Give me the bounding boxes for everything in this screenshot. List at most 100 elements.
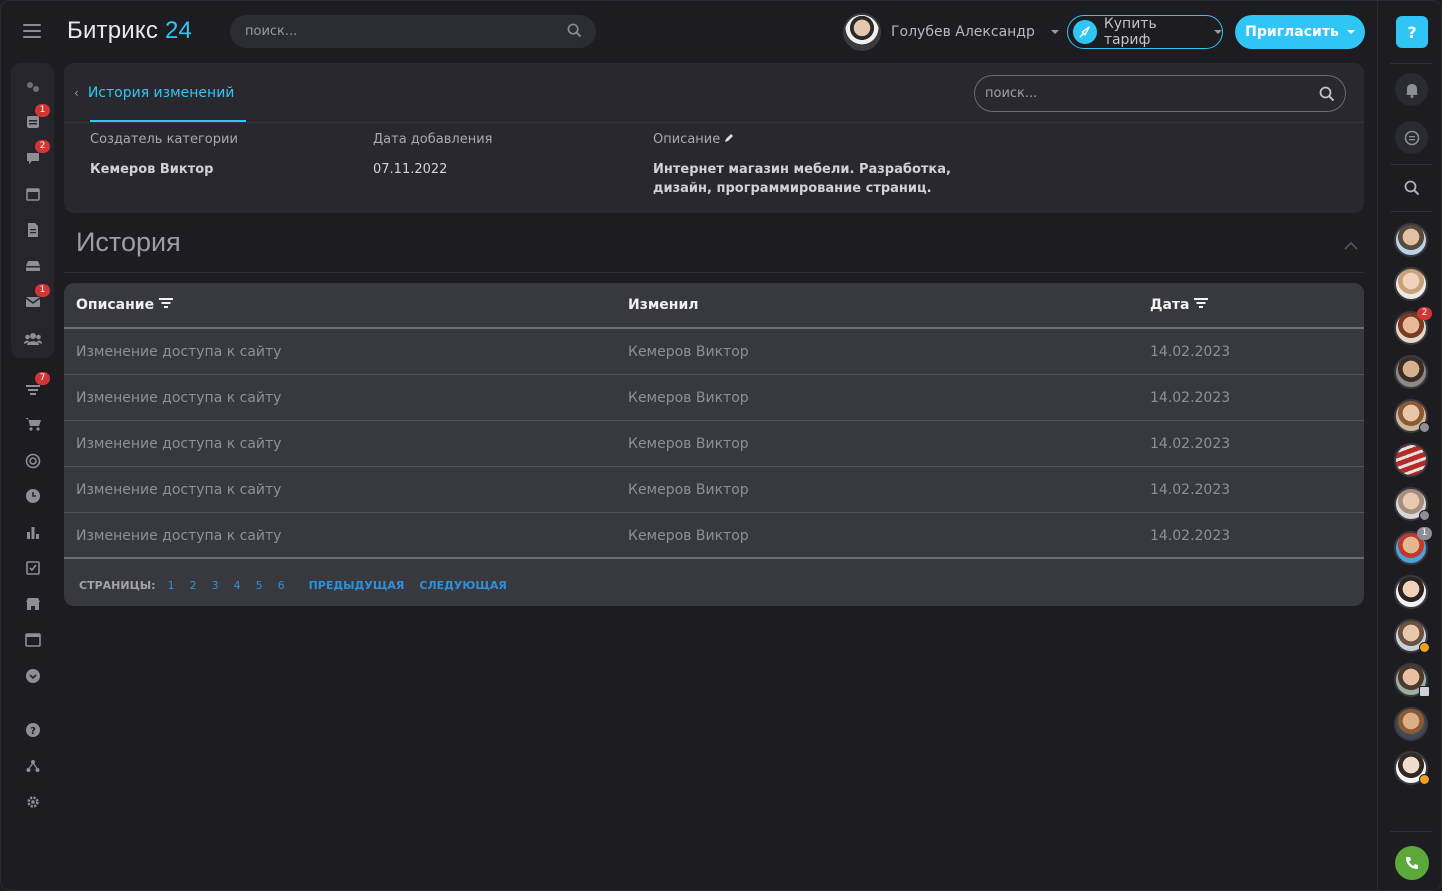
rocket-icon: [1073, 20, 1097, 44]
chevron-down-icon: [1050, 30, 1059, 34]
search-icon[interactable]: [1319, 86, 1335, 106]
chat-badge: 2: [35, 140, 50, 153]
buy-tariff-button[interactable]: Купить тариф: [1067, 15, 1223, 49]
page-link-5[interactable]: 5: [256, 579, 263, 592]
date-added-label: Дата добавления: [373, 132, 493, 147]
cell-description: Изменение доступа к сайту: [76, 528, 282, 544]
avatar-unread-badge: 1: [1417, 527, 1432, 540]
app-window: Битрикс 24 Голубев Александр Купить тари…: [0, 0, 1442, 891]
status-dot: [1419, 422, 1430, 433]
help-button[interactable]: ?: [1396, 16, 1428, 48]
contact-avatar[interactable]: [1394, 707, 1428, 741]
column-header-date-label: Дата: [1150, 297, 1190, 313]
page-link-1[interactable]: 1: [168, 579, 175, 592]
history-search-input[interactable]: [985, 86, 1305, 101]
settings-gear-icon[interactable]: [11, 790, 54, 814]
contact-avatar[interactable]: [1394, 619, 1430, 653]
pencil-icon[interactable]: [724, 132, 734, 147]
table-row[interactable]: Изменение доступа к сайту Кемеров Виктор…: [64, 421, 1364, 467]
global-search[interactable]: [230, 15, 596, 48]
page-link-6[interactable]: 6: [278, 579, 285, 592]
group-icon[interactable]: [11, 327, 54, 351]
messenger-icon[interactable]: [1395, 121, 1428, 154]
chat-icon[interactable]: 2: [11, 140, 54, 170]
contact-avatar[interactable]: [1394, 487, 1430, 521]
table-row[interactable]: Изменение доступа к сайту Кемеров Виктор…: [64, 375, 1364, 421]
table-row[interactable]: Изменение доступа к сайту Кемеров Виктор…: [64, 467, 1364, 513]
calendar-icon[interactable]: [11, 182, 54, 206]
tab-change-history[interactable]: ‹ История изменений: [74, 85, 234, 101]
contact-avatar[interactable]: [1394, 399, 1430, 433]
sort-filter-icon[interactable]: [1194, 297, 1209, 313]
status-dot: [1419, 774, 1430, 785]
contact-avatar[interactable]: [1394, 751, 1430, 785]
description-line-2: дизайн, программирование страниц.: [653, 181, 932, 196]
top-bar: Битрикс 24 Голубев Александр Купить тари…: [1, 1, 1377, 61]
collapse-chevron-up-icon[interactable]: [1344, 235, 1358, 254]
date-added-value: 07.11.2022: [373, 162, 448, 177]
contact-avatar[interactable]: [1394, 355, 1428, 389]
search-icon[interactable]: [1395, 171, 1428, 204]
description-value: Интернет магазин мебели. Разработка, диз…: [653, 160, 951, 198]
pagination: СТРАНИЦЫ: 1 2 3 4 5 6 ПРЕДЫДУЩАЯ СЛЕДУЮЩ…: [79, 579, 522, 592]
tab-change-history-label: История изменений: [87, 85, 235, 101]
invite-button[interactable]: Пригласить: [1235, 15, 1365, 49]
phone-call-button[interactable]: [1395, 846, 1429, 880]
cell-changed-by: Кемеров Виктор: [628, 344, 749, 360]
next-page-link[interactable]: СЛЕДУЮЩАЯ: [419, 579, 506, 592]
help-icon[interactable]: ?: [11, 718, 54, 742]
cell-changed-by: Кемеров Виктор: [628, 436, 749, 452]
history-search[interactable]: [974, 75, 1346, 112]
cell-date: 14.02.2023: [1150, 344, 1231, 360]
logo[interactable]: Битрикс 24: [67, 17, 192, 45]
store-icon[interactable]: [11, 592, 54, 616]
page-link-3[interactable]: 3: [212, 579, 219, 592]
filter-funnel-icon[interactable]: 7: [11, 372, 54, 402]
contact-avatar[interactable]: [1394, 663, 1430, 697]
prev-page-link[interactable]: ПРЕДЫДУЩАЯ: [309, 579, 405, 592]
contact-avatar[interactable]: 2: [1394, 307, 1432, 345]
page-link-4[interactable]: 4: [234, 579, 241, 592]
mobile-status-icon: [1419, 686, 1430, 697]
page-link-2[interactable]: 2: [190, 579, 197, 592]
cart-icon[interactable]: [11, 412, 54, 436]
creator-value: Кемеров Виктор: [90, 162, 214, 177]
column-header-description[interactable]: Описание: [76, 297, 174, 313]
tasks-badge: 1: [35, 104, 50, 117]
activity-icon[interactable]: [11, 75, 54, 99]
cell-changed-by: Кемеров Виктор: [628, 482, 749, 498]
user-menu[interactable]: Голубев Александр: [843, 13, 1059, 51]
status-dot: [1419, 642, 1430, 653]
column-header-changed-by[interactable]: Изменил: [628, 297, 699, 313]
tasks-icon[interactable]: 1: [11, 104, 54, 134]
window-icon[interactable]: [11, 628, 54, 652]
document-icon[interactable]: [11, 218, 54, 242]
target-icon[interactable]: [11, 449, 54, 473]
description-line-1: Интернет магазин мебели. Разработка,: [653, 162, 951, 177]
more-chevron-icon[interactable]: [11, 664, 54, 688]
drive-icon[interactable]: [11, 254, 54, 278]
contact-avatar[interactable]: [1394, 443, 1428, 477]
table-row[interactable]: Изменение доступа к сайту Кемеров Виктор…: [64, 329, 1364, 375]
sort-filter-icon[interactable]: [159, 297, 174, 313]
column-header-date[interactable]: Дата: [1150, 297, 1209, 313]
chevron-left-icon: ‹: [74, 86, 79, 100]
global-search-input[interactable]: [245, 24, 545, 39]
filter-badge: 7: [35, 372, 50, 385]
contact-avatar[interactable]: [1394, 223, 1428, 257]
menu-icon[interactable]: [23, 24, 41, 38]
contact-avatar[interactable]: [1394, 575, 1428, 609]
search-icon[interactable]: [567, 23, 582, 42]
table-row[interactable]: Изменение доступа к сайту Кемеров Виктор…: [64, 513, 1364, 559]
contact-avatar[interactable]: 1: [1394, 527, 1432, 565]
checklist-icon[interactable]: [11, 556, 54, 580]
mail-icon[interactable]: 1: [11, 284, 54, 314]
notifications-bell-icon[interactable]: [1395, 73, 1428, 106]
clock-icon[interactable]: [11, 484, 54, 508]
cell-date: 14.02.2023: [1150, 436, 1231, 452]
analytics-icon[interactable]: [11, 520, 54, 544]
structure-icon[interactable]: [11, 754, 54, 778]
avatar-unread-badge: 2: [1417, 307, 1432, 320]
cell-date: 14.02.2023: [1150, 482, 1231, 498]
contact-avatar[interactable]: [1394, 267, 1428, 301]
